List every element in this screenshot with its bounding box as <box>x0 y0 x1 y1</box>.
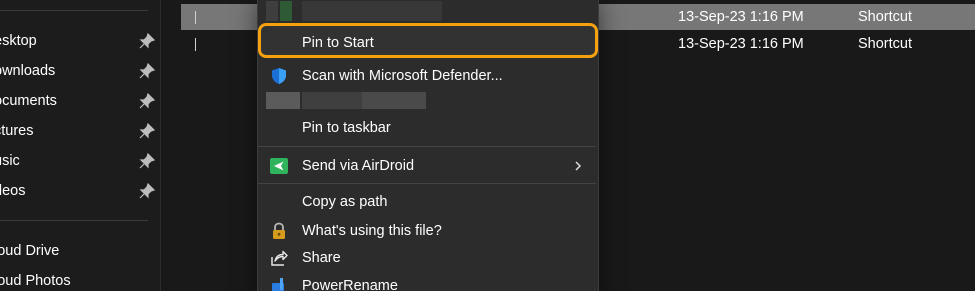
share-icon <box>271 250 288 266</box>
pin-icon <box>139 63 155 79</box>
sidebar-item-label: ctures <box>0 123 34 139</box>
file-icon <box>195 38 196 51</box>
menu-item-pin-to-taskbar[interactable]: Pin to taskbar <box>258 112 598 144</box>
redacted-menu-item <box>302 1 442 21</box>
sidebar-item-icloud-photos[interactable]: loud Photos <box>0 267 160 291</box>
navigation-pane: esktop ownloads ocuments ctures usic deo… <box>0 0 161 291</box>
highlight-annotation <box>258 23 598 58</box>
menu-item-send-via-airdroid[interactable]: Send via AirDroid <box>258 150 598 182</box>
menu-item-powerrename[interactable]: PowerRename <box>258 270 598 291</box>
menu-separator <box>258 146 596 147</box>
pin-icon <box>139 183 155 199</box>
menu-item-label: Copy as path <box>302 194 388 210</box>
sidebar-divider <box>0 220 148 221</box>
menu-item-label: PowerRename <box>302 278 398 291</box>
menu-item-label: Scan with Microsoft Defender... <box>302 68 503 84</box>
sidebar-item-label: esktop <box>0 33 37 49</box>
sidebar-item-documents[interactable]: ocuments <box>0 87 160 115</box>
sidebar-divider <box>0 10 148 11</box>
defender-shield-icon <box>272 68 286 84</box>
file-icon <box>195 11 196 24</box>
redacted-menu-item <box>362 92 426 109</box>
sidebar-item-label: ocuments <box>0 93 57 109</box>
sidebar-item-label: loud Drive <box>0 243 60 259</box>
menu-item-label: Send via AirDroid <box>302 158 415 174</box>
menu-separator <box>258 183 596 184</box>
menu-item-scan-defender[interactable]: Scan with Microsoft Defender... <box>258 60 598 92</box>
pin-icon <box>139 93 155 109</box>
sidebar-item-label: loud Photos <box>0 273 71 289</box>
sidebar-item-label: deos <box>0 183 26 199</box>
pin-icon <box>139 123 155 139</box>
redacted-icon <box>266 92 300 109</box>
powerrename-icon <box>272 278 284 291</box>
file-type: Shortcut <box>858 36 912 52</box>
menu-item-label: Pin to taskbar <box>302 120 391 136</box>
pin-icon <box>139 33 155 49</box>
sidebar-item-label: usic <box>0 153 20 169</box>
sidebar-item-desktop[interactable]: esktop <box>0 27 160 55</box>
redacted-menu-item <box>302 92 362 109</box>
chevron-right-icon <box>575 161 582 171</box>
file-explorer-window: esktop ownloads ocuments ctures usic deo… <box>0 0 975 291</box>
sidebar-item-videos[interactable]: deos <box>0 177 160 205</box>
file-date-modified: 13-Sep-23 1:16 PM <box>678 36 804 52</box>
file-type: Shortcut <box>858 9 912 25</box>
lock-icon <box>273 222 285 239</box>
sidebar-item-music[interactable]: usic <box>0 147 160 175</box>
sidebar-item-icloud-drive[interactable]: loud Drive <box>0 237 160 265</box>
pin-icon <box>139 153 155 169</box>
sidebar-item-pictures[interactable]: ctures <box>0 117 160 145</box>
redacted-icon <box>266 1 278 21</box>
sidebar-item-label: ownloads <box>0 63 56 79</box>
menu-item-copy-as-path[interactable]: Copy as path <box>258 186 598 218</box>
redacted-icon <box>280 1 292 21</box>
airdroid-icon <box>270 158 288 174</box>
file-date-modified: 13-Sep-23 1:16 PM <box>678 9 804 25</box>
sidebar-item-downloads[interactable]: ownloads <box>0 57 160 85</box>
